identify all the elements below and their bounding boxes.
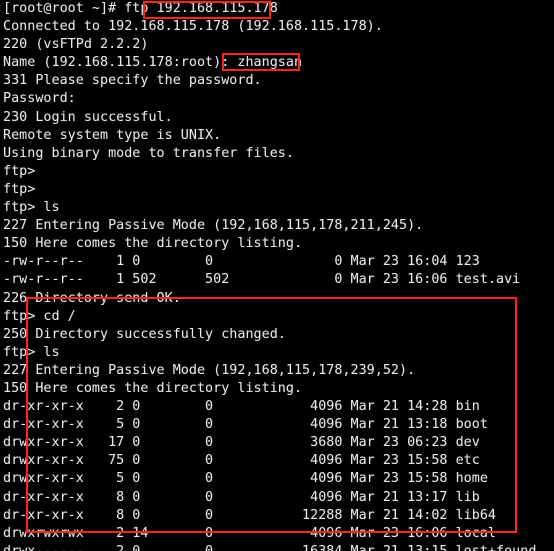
terminal-line: ftp>	[3, 181, 36, 197]
terminal-line: drwxrwxrwx 2 14 0 4096 Mar 23 16:06 loca…	[3, 525, 496, 541]
terminal-line: dr-xr-xr-x 8 0 0 4096 Mar 21 13:17 lib	[3, 489, 480, 505]
terminal-line: dr-xr-xr-x 5 0 0 4096 Mar 21 13:18 boot	[3, 417, 488, 433]
terminal-line: [root@root ~]# ftp 192.168.115.178	[3, 1, 278, 16]
terminal-line: 331 Please specify the password.	[3, 73, 262, 89]
terminal-window[interactable]: [root@root ~]# ftp 192.168.115.178 Connec…	[0, 0, 554, 551]
terminal-line: 220 (vsFTPd 2.2.2)	[3, 37, 149, 53]
terminal-line: 226 Directory send OK.	[3, 290, 181, 306]
terminal-line: drwxr-xr-x 17 0 0 3680 Mar 23 06:23 dev	[3, 435, 480, 451]
terminal-line: dr-xr-xr-x 2 0 0 4096 Mar 21 14:28 bin	[3, 399, 480, 415]
terminal-line: ftp> ls	[3, 200, 60, 216]
terminal-line: 150 Here comes the directory listing.	[3, 380, 303, 396]
terminal-line: 227 Entering Passive Mode (192,168,115,1…	[3, 218, 424, 234]
terminal-line: drwxr-xr-x 5 0 0 4096 Mar 23 15:58 home	[3, 471, 488, 487]
terminal-line: Connected to 192.168.115.178 (192.168.11…	[3, 19, 383, 35]
terminal-line: dr-xr-xr-x 8 0 0 12288 Mar 21 14:02 lib6…	[3, 507, 496, 523]
terminal-line: 150 Here comes the directory listing.	[3, 236, 303, 252]
terminal-line: 250 Directory successfully changed.	[3, 326, 286, 342]
terminal-line: -rw-r--r-- 1 0 0 0 Mar 23 16:04 123	[3, 254, 480, 270]
terminal-line: 230 Login successful.	[3, 109, 173, 125]
terminal-line: ftp>	[3, 163, 36, 179]
terminal-line: Name (192.168.115.178:root): zhangsan	[3, 55, 303, 71]
terminal-line: ftp> cd /	[3, 308, 76, 324]
terminal-line: -rw-r--r-- 1 502 502 0 Mar 23 16:06 test…	[3, 272, 521, 288]
terminal-output[interactable]: [root@root ~]# ftp 192.168.115.178 Connec…	[0, 0, 554, 551]
terminal-line: ftp> ls	[3, 344, 60, 360]
terminal-line: Using binary mode to transfer files.	[3, 145, 294, 161]
terminal-line: drwx------ 2 0 0 16384 Mar 21 13:15 lost…	[0, 543, 554, 551]
terminal-line: Password:	[3, 91, 76, 107]
terminal-line: drwxr-xr-x 75 0 0 4096 Mar 23 15:58 etc	[3, 453, 480, 469]
terminal-line: Remote system type is UNIX.	[3, 127, 222, 143]
terminal-line: 227 Entering Passive Mode (192,168,115,1…	[3, 362, 416, 378]
